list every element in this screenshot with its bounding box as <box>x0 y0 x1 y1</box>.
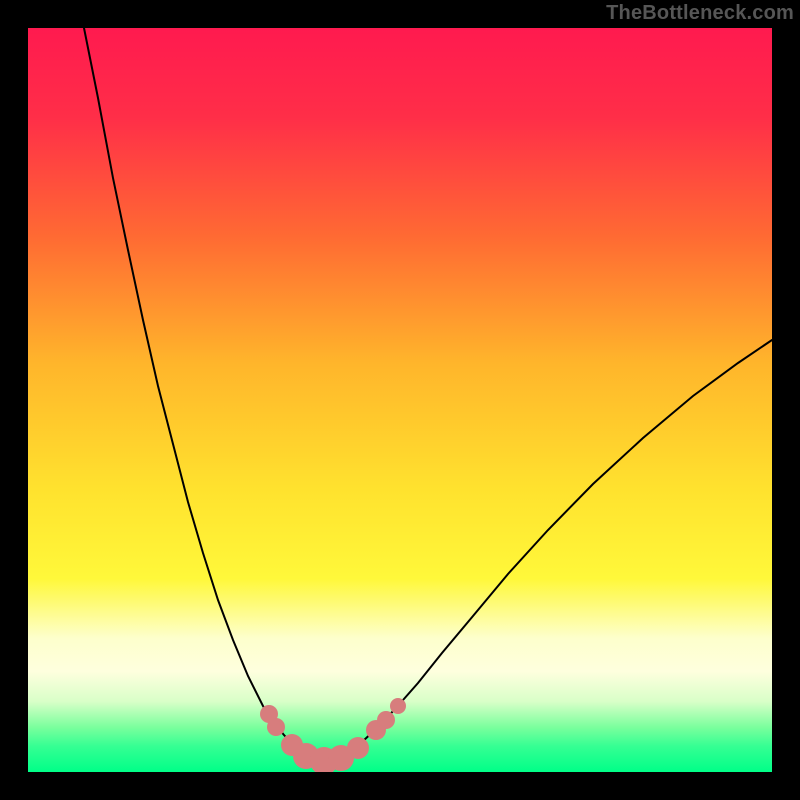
curve-markers <box>260 698 406 772</box>
plot-area <box>28 28 772 772</box>
watermark-text: TheBottleneck.com <box>606 2 794 25</box>
curve-left-branch <box>84 28 324 761</box>
chart-frame: TheBottleneck.com <box>0 0 800 800</box>
curve-marker <box>377 711 395 729</box>
curve-marker <box>267 718 285 736</box>
curve-marker <box>347 737 369 759</box>
curve-right-branch <box>324 340 772 761</box>
curve-layer <box>28 28 772 772</box>
curve-marker <box>390 698 406 714</box>
